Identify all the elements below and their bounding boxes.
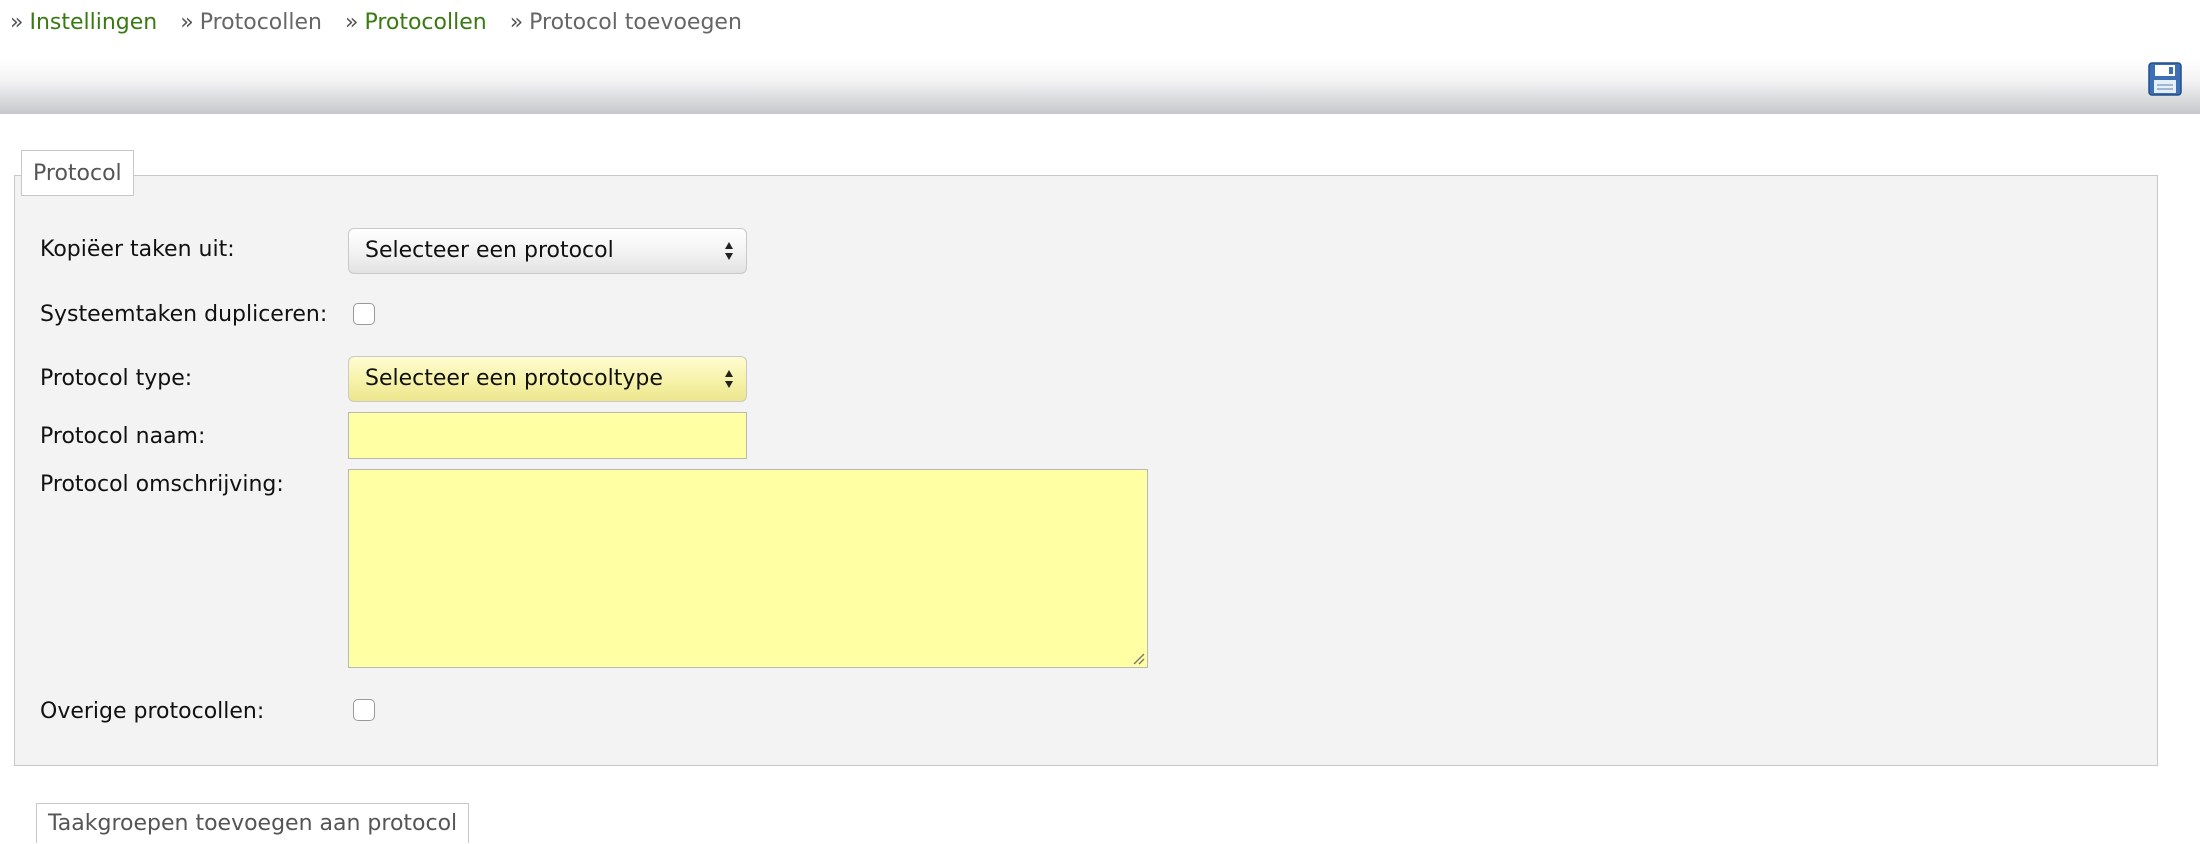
protocol-type-select[interactable]: Selecteer een protocoltype <box>348 356 747 402</box>
other-protocols-checkbox[interactable] <box>353 699 375 721</box>
protocol-type-selected-value: Selecteer een protocoltype <box>365 366 663 391</box>
duplicate-system-tasks-checkbox[interactable] <box>353 303 375 325</box>
floppy-disk-icon[interactable] <box>2148 62 2182 96</box>
breadcrumb-item-protocollen-link[interactable]: » Protocollen <box>345 10 487 35</box>
duplicate-system-tasks-label: Systeemtaken dupliceren: <box>40 302 328 327</box>
copy-tasks-select[interactable]: Selecteer een protocol <box>348 228 747 274</box>
resize-grip-icon[interactable] <box>1131 651 1145 665</box>
breadcrumb-text-protocollen: Protocollen <box>199 10 322 35</box>
protocol-name-input[interactable] <box>348 412 747 459</box>
copy-tasks-selected-value: Selecteer een protocol <box>365 238 614 263</box>
breadcrumb-item-instellingen[interactable]: » Instellingen <box>10 10 157 35</box>
task-groups-fieldset-legend: Taakgroepen toevoegen aan protocol <box>36 803 470 843</box>
breadcrumb-separator: » <box>10 10 24 35</box>
breadcrumb-separator: » <box>509 10 524 35</box>
protocol-name-label: Protocol naam: <box>40 424 206 449</box>
breadcrumb-item-protocollen-text: » Protocollen <box>180 10 322 35</box>
copy-tasks-label: Kopiëer taken uit: <box>40 237 235 262</box>
breadcrumb: » Instellingen » Protocollen » Protocollen … <box>10 10 758 35</box>
other-protocols-label: Overige protocollen: <box>40 699 265 724</box>
breadcrumb-separator: » <box>344 10 359 35</box>
protocol-description-textarea[interactable] <box>348 469 1148 668</box>
select-arrows-icon <box>725 242 733 260</box>
breadcrumb-link-protocollen[interactable]: Protocollen <box>364 10 486 35</box>
breadcrumb-link-instellingen[interactable]: Instellingen <box>29 10 157 35</box>
breadcrumb-separator: » <box>180 10 194 35</box>
toolbar <box>0 58 2200 114</box>
breadcrumb-current-page: Protocol toevoegen <box>529 10 742 35</box>
select-arrows-icon <box>725 370 733 388</box>
protocol-type-label: Protocol type: <box>40 366 193 391</box>
breadcrumb-item-current: » Protocol toevoegen <box>510 10 742 35</box>
protocol-fieldset-legend: Protocol <box>21 150 134 196</box>
protocol-description-label: Protocol omschrijving: <box>40 472 284 497</box>
